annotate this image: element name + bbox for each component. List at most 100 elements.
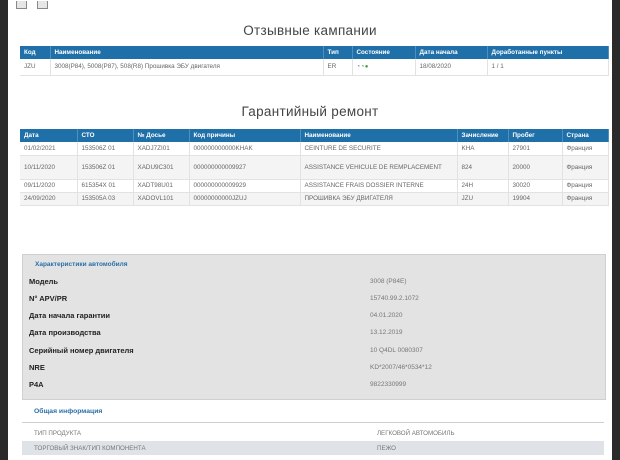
column-header[interactable]: Код [20,46,51,59]
table-row[interactable]: JZU 3008(P84), 5008(P87), 508(R8) Прошив… [20,59,609,76]
vehicle-label: Модель [29,277,59,286]
warranty-date: 24/09/2020 [20,192,78,206]
recall-points: 1 / 1 [487,59,609,76]
vehicle-row: NRE KD*2007/46*0534*12 [27,359,601,376]
window-icon[interactable] [16,1,27,9]
warranty-mileage: 27901 [508,142,563,156]
vehicle-value: KD*2007/46*0534*12 [370,364,432,371]
vehicle-value: 10 Q4DL 0080307 [370,347,423,354]
warranty-sto: 615354X 01 [77,179,134,193]
vehicle-value: 13.12.2019 [370,329,403,336]
warranty-country: Франция [562,155,609,180]
warranty-credit: 824 [457,155,509,180]
vehicle-row: P4A 9822330999 [27,376,601,393]
warranty-country: Франция [562,179,609,193]
vehicle-characteristics: Характеристики автомобиля Модель 3008 (P… [22,254,606,400]
vehicle-label: P4A [29,380,44,389]
general-value: ЛЕГКОВОЙ АВТОМОБИЛЬ [377,430,455,437]
vehicle-label: N° APV/PR [29,294,68,303]
table-row[interactable]: 09/11/2020 615354X 01 XADT98U01 00000000… [20,179,609,193]
warranty-dossier: XADJ7ZI01 [133,142,190,156]
vehicle-row: Дата производства 13.12.2019 [27,324,601,341]
warranty-dossier: XADT98U01 [133,179,190,193]
table-row[interactable]: 01/02/2021 153506Z 01 XADJ7ZI01 00000000… [20,142,609,156]
warranty-name: ASSISTANCE VEHICULE DE REMPLACEMENT [300,155,458,180]
table-row[interactable]: 10/11/2020 153506Z 01 XADU9C301 00000000… [20,155,609,180]
vehicle-value: 04.01.2020 [370,312,403,319]
column-header[interactable]: Наименование [300,129,458,142]
warranty-mileage: 20000 [508,155,563,180]
column-header[interactable]: СТО [77,129,134,142]
warranty-sto: 153506Z 01 [77,142,134,156]
vehicle-row: N° APV/PR 15740.99.2.1072 [27,290,601,307]
vehicle-header[interactable]: Характеристики автомобиля [35,261,128,268]
warranty-dossier: XADOVL101 [133,192,190,206]
warranty-table: Дата СТО № Досье Код причины Наименовани… [20,129,609,206]
warranty-reason: 000000000000KHAK [189,142,301,156]
column-header[interactable]: Дата начала [415,46,488,59]
warranty-date: 01/02/2021 [20,142,78,156]
vehicle-label: Дата производства [29,328,101,337]
table-row[interactable]: 24/09/2020 153505A 03 XADOVL101 00000000… [20,192,609,206]
recall-status: ◔◔● [352,59,416,76]
column-header[interactable]: Состояние [352,46,416,59]
recall-title: Отзывные кампании [243,23,377,38]
column-header[interactable]: Дата [20,129,78,142]
warranty-country: Франция [562,142,609,156]
warranty-reason: 000000000009927 [189,155,301,180]
column-header[interactable]: № Досье [133,129,190,142]
column-header[interactable]: Страна [562,129,609,142]
recall-code: JZU [20,59,51,76]
window-icon[interactable] [37,1,49,9]
main-panel: Отзывные кампании Код Наименование Тип С… [8,0,612,460]
recall-type: ER [323,59,353,76]
status-ok-icon: ● [364,64,369,71]
warranty-mileage: 19904 [508,192,563,206]
general-label: ТОРГОВЫЙ ЗНАК/ТИП КОМПОНЕНТА [34,445,146,452]
column-header[interactable]: Зачисление [457,129,509,142]
general-label: ТИП ПРОДУКТА [34,430,82,437]
warranty-title: Гарантийный ремонт [241,104,379,119]
column-header[interactable]: Пробег [508,129,563,142]
vehicle-row: Модель 3008 (P84E) [27,273,601,290]
warranty-reason: 00000000000JZUJ [189,192,301,206]
general-value: ПЕЖО [377,445,396,452]
vehicle-label: Серийный номер двигателя [29,346,134,355]
vehicle-row: Дата начала гарантии 04.01.2020 [27,307,601,324]
warranty-sto: 153506Z 01 [77,155,134,180]
vehicle-row: Серийный номер двигателя 10 Q4DL 0080307 [27,342,601,359]
toolbar-icons [16,0,54,14]
warranty-sto: 153505A 03 [77,192,134,206]
divider [22,422,604,423]
warranty-date: 09/11/2020 [20,179,78,193]
warranty-name: ПРОШИВКА ЭБУ ДВИГАТЕЛЯ [300,192,458,206]
column-header[interactable]: Наименование [50,46,324,59]
table-header-row: Дата СТО № Досье Код причины Наименовани… [20,129,609,142]
general-row: ТИП ПРОДУКТА ЛЕГКОВОЙ АВТОМОБИЛЬ [22,426,604,440]
warranty-name: ASSISTANCE FRAIS DOSSIER INTERNE [300,179,458,193]
vehicle-value: 15740.99.2.1072 [370,295,419,302]
warranty-country: Франция [562,192,609,206]
vehicle-label: NRE [29,363,45,372]
column-header[interactable]: Доработанные пункты [487,46,609,59]
warranty-dossier: XADU9C301 [133,155,190,180]
column-header[interactable]: Тип [323,46,353,59]
column-header[interactable]: Код причины [189,129,301,142]
warranty-reason: 000000000009929 [189,179,301,193]
warranty-name: CEINTURE DE SECURITE [300,142,458,156]
general-header[interactable]: Общая информация [34,408,102,415]
warranty-mileage: 30020 [508,179,563,193]
general-info: Общая информация ТИП ПРОДУКТА ЛЕГКОВОЙ А… [22,402,604,460]
vehicle-value: 9822330999 [370,381,407,388]
warranty-credit: 24H [457,179,509,193]
vehicle-value: 3008 (P84E) [370,278,407,285]
warranty-date: 10/11/2020 [20,155,78,180]
vehicle-label: Дата начала гарантии [29,311,110,320]
recall-name: 3008(P84), 5008(P87), 508(R8) Прошивка Э… [50,59,324,76]
warranty-credit: KHA [457,142,509,156]
warranty-credit: JZU [457,192,509,206]
recall-start-date: 18/08/2020 [415,59,488,76]
general-row: ТОРГОВЫЙ ЗНАК/ТИП КОМПОНЕНТА ПЕЖО [22,441,604,455]
recall-table: Код Наименование Тип Состояние Дата нача… [20,46,609,76]
table-header-row: Код Наименование Тип Состояние Дата нача… [20,46,609,59]
